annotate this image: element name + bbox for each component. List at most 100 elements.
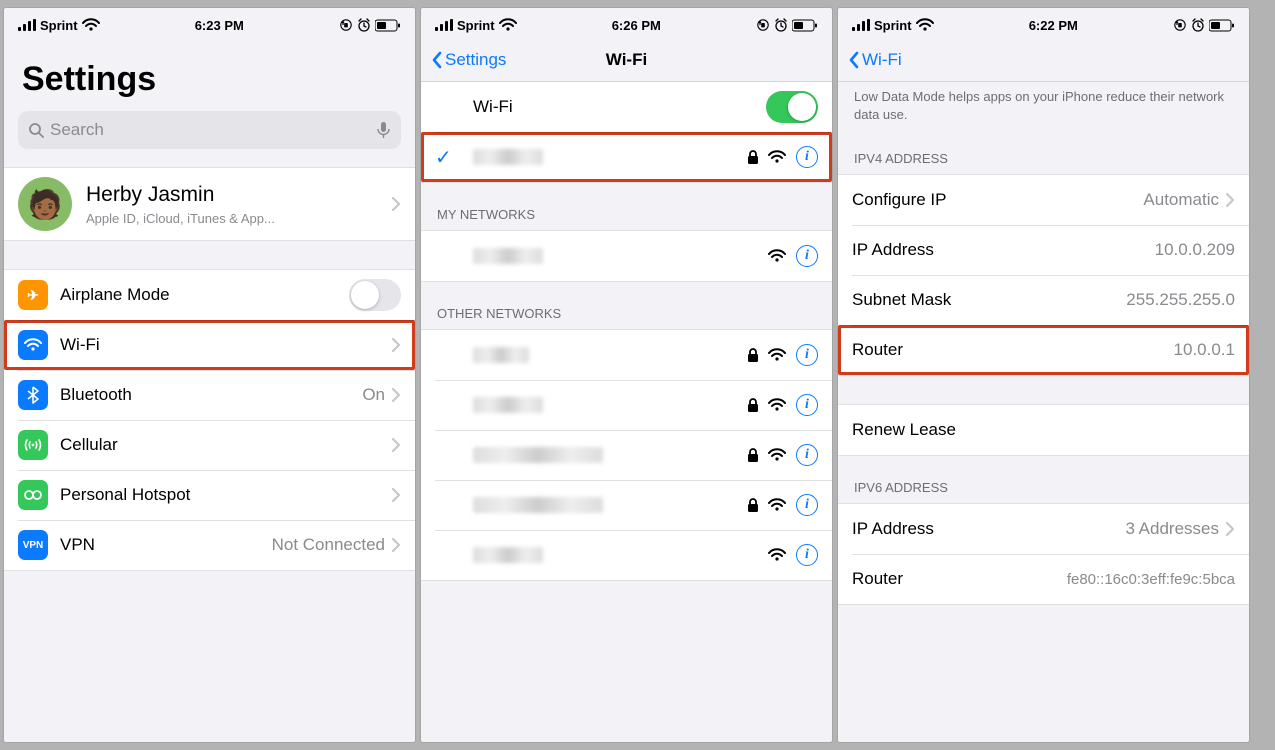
configure-ip-label: Configure IP [852, 190, 947, 210]
chevron-right-icon [391, 537, 401, 553]
header-ipv6: IPV6 ADDRESS [838, 456, 1249, 503]
header-other-networks: OTHER NETWORKS [421, 282, 832, 329]
chevron-right-icon [391, 487, 401, 503]
carrier-text: Sprint [40, 18, 78, 33]
status-bar: Sprint 6:26 PM [421, 8, 832, 38]
account-row[interactable]: 🧑🏾 Herby Jasmin Apple ID, iCloud, iTunes… [4, 168, 415, 240]
airplane-mode-row[interactable]: ✈︎ Airplane Mode [4, 270, 415, 320]
bluetooth-label: Bluetooth [60, 385, 132, 405]
bluetooth-row[interactable]: Bluetooth On [4, 370, 415, 420]
mic-icon[interactable] [376, 121, 391, 139]
connected-network-row[interactable]: ✓ i [421, 132, 832, 182]
ipv6-ip-value: 3 Addresses [1125, 519, 1219, 539]
battery-icon [1209, 19, 1235, 32]
network-name-blurred [473, 397, 543, 413]
orientation-lock-icon [339, 18, 353, 32]
back-label: Settings [445, 50, 506, 70]
hotspot-label: Personal Hotspot [60, 485, 190, 505]
info-icon[interactable]: i [796, 146, 818, 168]
subnet-value: 255.255.255.0 [1126, 290, 1235, 310]
router-label: Router [852, 340, 903, 360]
signal-icon [18, 19, 36, 31]
back-chevron-icon [848, 51, 860, 69]
wifi-strength-icon [768, 498, 786, 512]
chevron-right-icon [1225, 192, 1235, 208]
network-row[interactable]: i [421, 380, 832, 430]
lock-icon [746, 498, 760, 512]
status-bar: Sprint 6:23 PM [4, 8, 415, 38]
back-chevron-icon [431, 51, 443, 69]
ipv6-ip-label: IP Address [852, 519, 934, 539]
status-time: 6:26 PM [612, 18, 661, 33]
info-icon[interactable]: i [796, 444, 818, 466]
hotspot-row[interactable]: Personal Hotspot [4, 470, 415, 520]
network-row[interactable]: i [421, 231, 832, 281]
info-icon[interactable]: i [796, 394, 818, 416]
nav-bar: Wi-Fi [838, 38, 1249, 82]
page-title: Settings [4, 38, 415, 105]
back-button[interactable]: Wi-Fi [848, 50, 902, 70]
cellular-label: Cellular [60, 435, 118, 455]
account-sub: Apple ID, iCloud, iTunes & App... [86, 211, 275, 226]
network-name-blurred [473, 149, 543, 165]
subnet-label: Subnet Mask [852, 290, 951, 310]
cellular-row[interactable]: Cellular [4, 420, 415, 470]
signal-icon [852, 19, 870, 31]
vpn-row[interactable]: VPN VPN Not Connected [4, 520, 415, 570]
renew-lease-label: Renew Lease [852, 420, 956, 440]
info-icon[interactable]: i [796, 245, 818, 267]
battery-icon [375, 19, 401, 32]
nav-bar: Settings Wi-Fi [421, 38, 832, 82]
network-name-blurred [473, 447, 603, 463]
bluetooth-icon [18, 380, 48, 410]
network-row[interactable]: i [421, 430, 832, 480]
renew-lease-row[interactable]: Renew Lease [838, 405, 1249, 455]
avatar: 🧑🏾 [18, 177, 72, 231]
wifi-row[interactable]: Wi-Fi [4, 320, 415, 370]
info-icon[interactable]: i [796, 494, 818, 516]
back-button[interactable]: Settings [431, 50, 506, 70]
screen-wifi-details: Sprint 6:22 PM Wi-Fi Low Data Mode helps… [838, 8, 1249, 742]
wifi-status-icon [82, 18, 100, 32]
chevron-right-icon [391, 196, 401, 212]
wifi-toggle[interactable] [766, 91, 818, 123]
carrier-text: Sprint [457, 18, 495, 33]
network-name-blurred [473, 347, 529, 363]
configure-ip-value: Automatic [1143, 190, 1219, 210]
search-input[interactable]: Search [18, 111, 401, 149]
airplane-toggle[interactable] [349, 279, 401, 311]
network-row[interactable]: i [421, 330, 832, 380]
ip-address-value: 10.0.0.209 [1155, 240, 1235, 260]
configure-ip-row[interactable]: Configure IP Automatic [838, 175, 1249, 225]
network-row[interactable]: i [421, 480, 832, 530]
hotspot-icon [18, 480, 48, 510]
ipv6-router-value: fe80::16c0:3eff:fe9c:5bca [1067, 571, 1235, 588]
status-time: 6:22 PM [1029, 18, 1078, 33]
header-my-networks: MY NETWORKS [421, 183, 832, 230]
ipv6-router-label: Router [852, 569, 903, 589]
wifi-strength-icon [768, 398, 786, 412]
network-row[interactable]: i [421, 530, 832, 580]
ip-address-row: IP Address 10.0.0.209 [838, 225, 1249, 275]
cellular-icon [18, 430, 48, 460]
wifi-strength-icon [768, 348, 786, 362]
battery-icon [792, 19, 818, 32]
account-name: Herby Jasmin [86, 183, 275, 207]
lock-icon [746, 348, 760, 362]
wifi-strength-icon [768, 548, 786, 562]
ipv6-ip-row[interactable]: IP Address 3 Addresses [838, 504, 1249, 554]
alarm-icon [357, 18, 371, 32]
info-icon[interactable]: i [796, 544, 818, 566]
status-time: 6:23 PM [195, 18, 244, 33]
wifi-status-icon [916, 18, 934, 32]
vpn-label: VPN [60, 535, 95, 555]
network-name-blurred [473, 497, 603, 513]
alarm-icon [1191, 18, 1205, 32]
carrier-text: Sprint [874, 18, 912, 33]
orientation-lock-icon [1173, 18, 1187, 32]
info-icon[interactable]: i [796, 344, 818, 366]
wifi-label: Wi-Fi [60, 335, 100, 355]
network-name-blurred [473, 547, 543, 563]
chevron-right-icon [391, 387, 401, 403]
wifi-toggle-row[interactable]: Wi-Fi [421, 82, 832, 132]
